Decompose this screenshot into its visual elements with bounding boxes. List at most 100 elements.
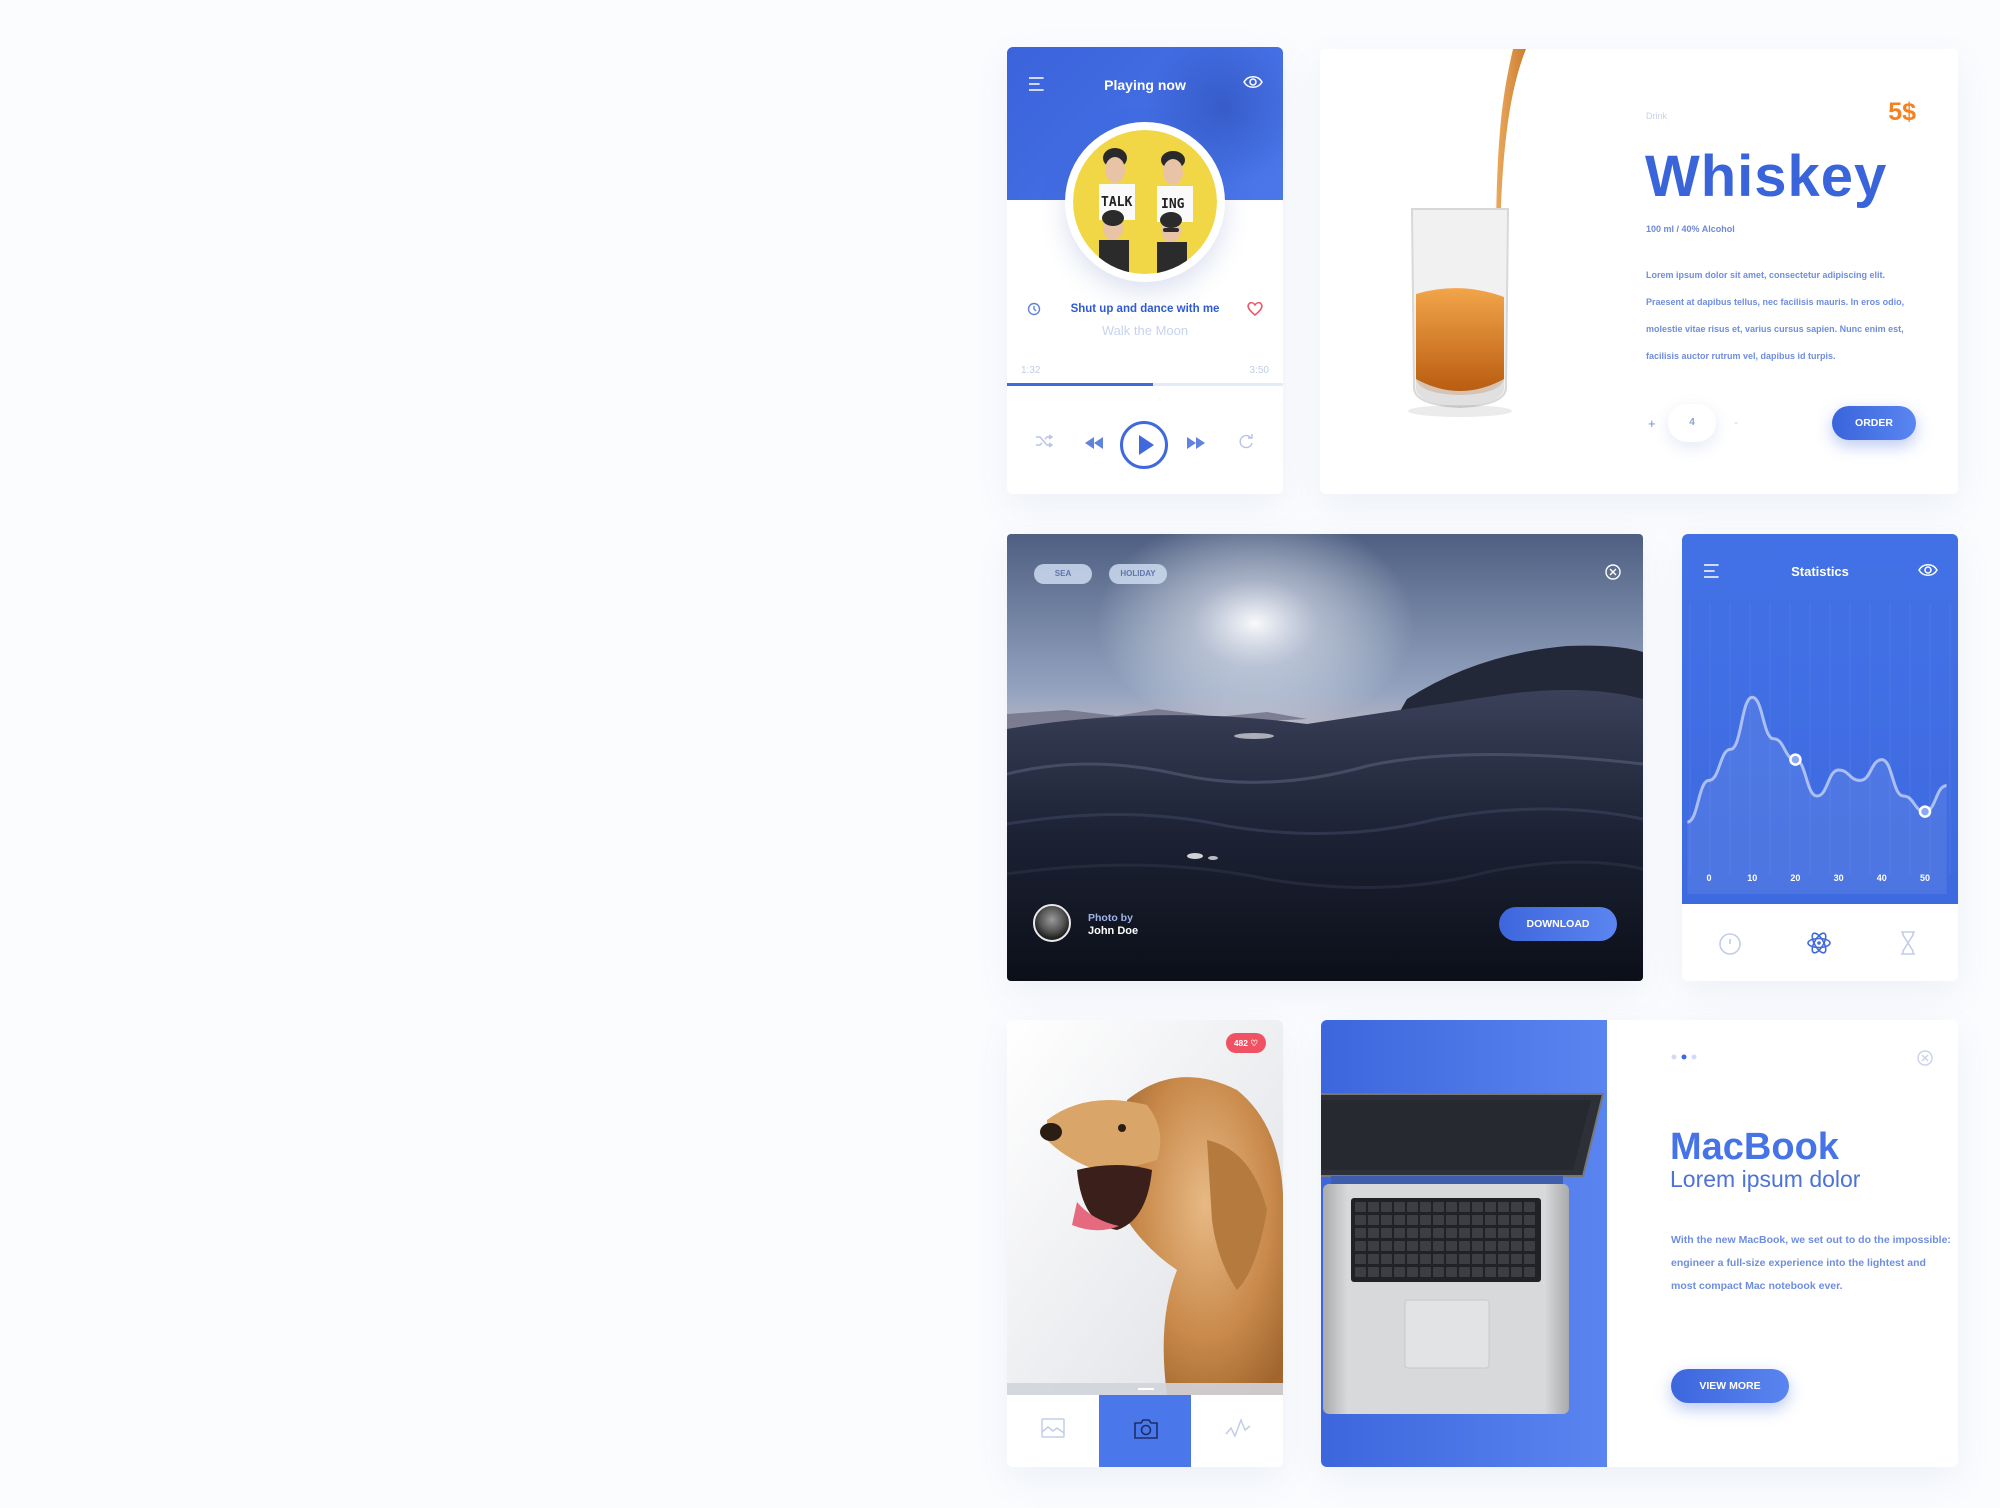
keyboard-key [1433,1202,1444,1212]
keyboard-key [1381,1202,1392,1212]
statistics-chart: 0 10 20 30 40 50 [1686,604,1951,894]
quantity-input[interactable]: 4 [1668,404,1716,442]
keyboard-key [1446,1241,1457,1251]
keyboard-key [1524,1228,1535,1238]
quantity-decrease-button[interactable]: - [1734,415,1738,429]
keyboard-key [1368,1254,1379,1264]
dog-gallery-card: 482 ♡ [1007,1020,1283,1467]
product-spec: 100 ml / 40% Alcohol [1646,224,1735,234]
next-icon[interactable] [1187,437,1205,449]
keyboard-key [1511,1267,1522,1277]
keyboard-key [1498,1202,1509,1212]
shuffle-icon[interactable] [1035,434,1053,448]
keyboard-key [1355,1215,1366,1225]
statistics-title: Statistics [1791,564,1849,579]
keyboard-key [1407,1254,1418,1264]
keyboard-key [1511,1254,1522,1264]
laptop-image [1321,1070,1671,1420]
download-button[interactable]: DOWNLOAD [1499,907,1617,941]
keyboard-key [1368,1267,1379,1277]
heart-icon: ♡ [1250,1038,1258,1048]
product-title: MacBook [1670,1126,1839,1168]
tab-camera[interactable] [1099,1395,1191,1467]
eye-icon[interactable] [1243,74,1263,90]
carousel-dots[interactable] [1671,1054,1697,1060]
keyboard-key [1459,1215,1470,1225]
quantity-increase-button[interactable]: + [1648,416,1656,431]
keyboard-key [1485,1202,1496,1212]
clock-icon[interactable] [1718,931,1742,955]
view-more-button[interactable]: VIEW MORE [1671,1369,1789,1403]
close-icon[interactable] [1917,1050,1933,1066]
keyboard-key [1433,1241,1444,1251]
album-cover: TALK ING [1065,122,1225,282]
dog-photo [1007,1020,1283,1395]
svg-text:TALK: TALK [1101,195,1132,210]
keyboard-key [1498,1254,1509,1264]
close-icon[interactable] [1605,564,1621,580]
keyboard-key [1420,1215,1431,1225]
tab-activity[interactable] [1191,1395,1283,1467]
photo-author[interactable]: John Doe [1088,925,1138,937]
keyboard-key [1381,1215,1392,1225]
keyboard-key [1524,1215,1535,1225]
keyboard-key [1459,1228,1470,1238]
keyboard-key [1381,1254,1392,1264]
avatar[interactable] [1033,904,1071,942]
product-description: Lorem ipsum dolor sit amet, consectetur … [1646,270,1905,361]
photo-byline: Photo by [1088,912,1133,924]
keyboard-key [1420,1241,1431,1251]
heart-icon[interactable] [1247,301,1263,316]
keyboard-key [1485,1267,1496,1277]
keyboard-key [1472,1215,1483,1225]
data-point [1918,805,1932,818]
tab-gallery[interactable] [1007,1395,1099,1467]
carousel-dot [1671,1054,1677,1060]
keyboard-key [1524,1267,1535,1277]
tag-sea[interactable]: SEA [1034,564,1092,584]
product-category: Drink [1646,111,1668,121]
tag-holiday[interactable]: HOLIDAY [1109,564,1167,584]
like-count: 482 [1233,1038,1248,1048]
keyboard-key [1472,1202,1483,1212]
repeat-icon[interactable] [1238,433,1254,449]
keyboard-key [1394,1202,1405,1212]
keyboard-key [1433,1254,1444,1264]
macbook-card: MacBook Lorem ipsum dolor With the new M… [1321,1020,1958,1467]
music-player-card: Playing now TALK ING Shut up and dance w… [1007,47,1283,494]
prev-icon[interactable] [1085,437,1103,449]
keyboard-key [1394,1241,1405,1251]
keyboard-key [1446,1254,1457,1264]
carousel-dot [1691,1054,1697,1060]
keyboard-key [1498,1267,1509,1277]
image-icon [1041,1418,1065,1438]
keyboard-key [1498,1215,1509,1225]
keyboard-key [1355,1254,1366,1264]
keyboard-key [1524,1202,1535,1212]
keyboard-key [1511,1241,1522,1251]
keyboard-key [1498,1241,1509,1251]
progress-bar[interactable] [1007,383,1283,386]
keyboard-key [1459,1254,1470,1264]
keyboard-key [1433,1228,1444,1238]
product-description: With the new MacBook, we set out to do t… [1671,1234,1951,1292]
keyboard-key [1394,1267,1405,1277]
player-title: Playing now [1104,77,1186,93]
atom-icon[interactable] [1806,930,1832,956]
keyboard-key [1420,1267,1431,1277]
hourglass-icon[interactable] [1899,931,1917,955]
keyboard-key [1394,1228,1405,1238]
like-badge[interactable]: 482 ♡ [1225,1033,1266,1053]
keyboard-key [1355,1228,1366,1238]
keyboard-key [1459,1241,1470,1251]
keyboard-key [1524,1241,1535,1251]
eye-icon[interactable] [1918,562,1938,578]
order-button[interactable]: ORDER [1832,406,1916,440]
keyboard-key [1446,1215,1457,1225]
play-button[interactable] [1120,421,1168,469]
scroll-indicator[interactable] [1007,1383,1283,1395]
keyboard-key [1472,1254,1483,1264]
keyboard-key [1355,1241,1366,1251]
keyboard-key [1446,1267,1457,1277]
keyboard-key [1355,1202,1366,1212]
